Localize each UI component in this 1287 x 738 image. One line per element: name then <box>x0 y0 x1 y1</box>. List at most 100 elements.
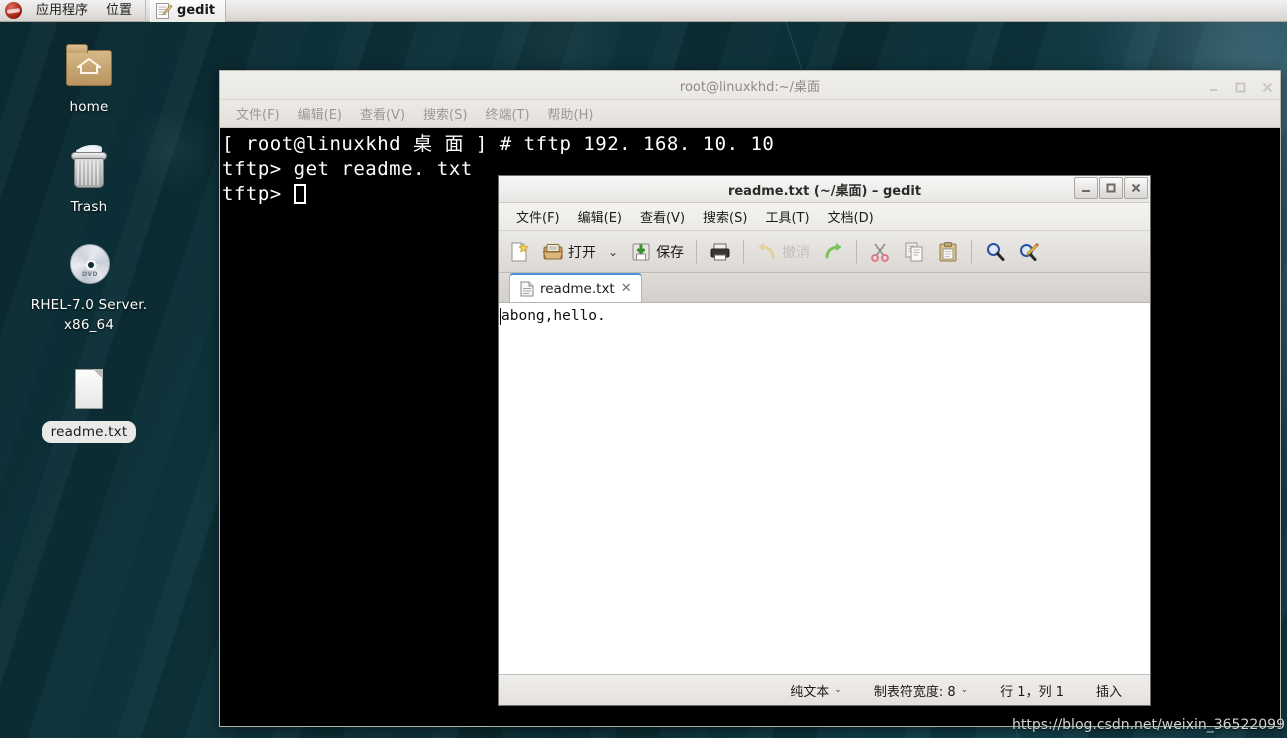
print-button[interactable] <box>704 235 736 269</box>
gedit-menubar: 文件(F) 编辑(E) 查看(V) 搜索(S) 工具(T) 文档(D) <box>499 203 1150 231</box>
top-panel: 应用程序 位置 gedit <box>0 0 1287 22</box>
tab-width-label: 制表符宽度: 8 <box>873 684 956 700</box>
redo-button[interactable] <box>817 235 849 269</box>
copy-button[interactable] <box>898 235 930 269</box>
undo-button-label: 撤消 <box>782 244 811 261</box>
gedit-menu-search[interactable]: 搜索(S) <box>694 203 756 230</box>
dvd-face-label: DVD <box>81 271 99 278</box>
maximize-button[interactable] <box>1099 177 1123 199</box>
minimize-button[interactable] <box>1207 79 1220 92</box>
terminal-menu-file[interactable]: 文件(F) <box>228 101 288 126</box>
save-button-label: 保存 <box>656 244 685 261</box>
terminal-menu-search[interactable]: 搜索(S) <box>415 101 475 126</box>
close-button[interactable] <box>1124 177 1148 199</box>
terminal-line: [ root@linuxkhd 桌 面 ] # tftp 192. 168. 1… <box>222 133 775 155</box>
tab-width-selector[interactable]: 制表符宽度: 8 ⌄ <box>858 681 984 700</box>
panel-menu-places[interactable]: 位置 <box>97 0 141 22</box>
gedit-tabbar: readme.txt ✕ <box>499 273 1150 303</box>
folder-home-icon <box>64 42 114 92</box>
open-folder-icon <box>542 241 564 263</box>
gedit-window[interactable]: readme.txt (~/桌面) – gedit 文件(F) 编辑(E) 查看… <box>498 175 1151 706</box>
scissors-icon <box>869 241 891 263</box>
gedit-menu-edit[interactable]: 编辑(E) <box>569 203 631 230</box>
gedit-titlebar[interactable]: readme.txt (~/桌面) – gedit <box>499 176 1150 203</box>
gedit-menu-tools[interactable]: 工具(T) <box>756 203 818 230</box>
terminal-menu-edit[interactable]: 编辑(E) <box>290 101 350 126</box>
close-icon[interactable]: ✕ <box>621 281 632 296</box>
open-button-label: 打开 <box>568 244 596 261</box>
terminal-cursor <box>293 184 306 204</box>
toolbar-divider <box>696 239 698 264</box>
cut-button[interactable] <box>864 235 896 269</box>
printer-icon <box>709 241 731 263</box>
cursor-position: 行 1，列 1 <box>1000 684 1064 700</box>
replace-button[interactable] <box>1013 235 1045 269</box>
desktop-icon-label: RHEL-7.0 Server. x86_64 <box>30 297 148 333</box>
find-button[interactable] <box>979 235 1011 269</box>
terminal-menu-terminal[interactable]: 终端(T) <box>477 101 537 126</box>
language-selector[interactable]: 纯文本 ⌄ <box>774 681 858 700</box>
taskbar-item-label: gedit <box>177 3 216 18</box>
gedit-icon <box>155 2 173 20</box>
toolbar-divider <box>743 239 745 264</box>
terminal-menu-help[interactable]: 帮助(H) <box>540 101 602 126</box>
magnifier-icon <box>984 241 1006 263</box>
open-button[interactable]: 打开 ⌄ <box>537 235 623 269</box>
terminal-title: root@linuxkhd:~/桌面 <box>679 79 821 95</box>
text-file-icon <box>64 366 114 416</box>
document-line: abong,hello. <box>499 306 1150 327</box>
taskbar-item-gedit[interactable]: gedit <box>150 0 227 22</box>
undo-button[interactable]: 撤消 <box>751 235 815 269</box>
insert-mode-indicator: 插入 <box>1095 684 1122 700</box>
gedit-text-area[interactable]: abong,hello. <box>499 303 1150 674</box>
close-button[interactable] <box>1261 79 1274 92</box>
terminal-menubar: 文件(F) 编辑(E) 查看(V) 搜索(S) 终端(T) 帮助(H) <box>220 100 1280 128</box>
toolbar-divider <box>971 239 973 264</box>
panel-menu-applications[interactable]: 应用程序 <box>27 0 97 22</box>
desktop: 应用程序 位置 gedit home Trash DVD RHEL-7.0 Se… <box>0 0 1287 738</box>
chevron-down-icon: ⌄ <box>960 685 969 695</box>
copy-icon <box>903 241 925 263</box>
redhat-logo-icon[interactable] <box>5 2 22 19</box>
desktop-icon-trash[interactable]: Trash <box>30 142 148 217</box>
gedit-menu-view[interactable]: 查看(V) <box>631 203 694 230</box>
document-line-text: abong,hello. <box>501 308 606 324</box>
desktop-icon-readme[interactable]: readme.txt <box>30 366 148 443</box>
maximize-button[interactable] <box>1234 79 1247 92</box>
toolbar-divider <box>856 239 858 264</box>
paste-button[interactable] <box>932 235 964 269</box>
redo-arrow-icon <box>822 241 844 263</box>
save-disk-icon <box>630 241 652 263</box>
chevron-down-icon: ⌄ <box>834 685 842 695</box>
desktop-icon-home[interactable]: home <box>30 42 148 117</box>
save-button[interactable]: 保存 <box>625 235 689 269</box>
magnifier-pencil-icon <box>1018 241 1040 263</box>
trash-icon <box>64 142 114 192</box>
gedit-statusbar: 纯文本 ⌄ 制表符宽度: 8 ⌄ 行 1，列 1 插入 <box>499 674 1150 705</box>
desktop-icon-label: Trash <box>70 199 108 215</box>
new-document-button[interactable] <box>503 235 535 269</box>
gedit-tab-readme[interactable]: readme.txt ✕ <box>509 273 642 302</box>
clipboard-icon <box>937 241 959 263</box>
text-file-icon <box>520 281 534 297</box>
terminal-titlebar[interactable]: root@linuxkhd:~/桌面 <box>220 71 1280 100</box>
panel-divider <box>145 0 147 22</box>
gedit-menu-documents[interactable]: 文档(D) <box>819 203 883 230</box>
language-label: 纯文本 <box>790 684 830 700</box>
undo-arrow-icon <box>756 241 778 263</box>
gedit-toolbar: 打开 ⌄ 保存 撤消 <box>499 231 1150 273</box>
minimize-button[interactable] <box>1074 177 1098 199</box>
watermark-url: https://blog.csdn.net/weixin_36522099 <box>1011 717 1285 733</box>
gedit-tab-label: readme.txt <box>540 280 615 297</box>
desktop-icon-label: readme.txt <box>41 421 137 443</box>
gedit-menu-file[interactable]: 文件(F) <box>507 203 569 230</box>
chevron-down-icon[interactable]: ⌄ <box>600 245 618 259</box>
terminal-menu-view[interactable]: 查看(V) <box>352 101 413 126</box>
new-document-icon <box>508 241 530 263</box>
terminal-prompt: tftp> <box>222 183 294 205</box>
dvd-disc-icon: DVD <box>64 240 114 290</box>
desktop-icon-rhel-dvd[interactable]: DVD RHEL-7.0 Server. x86_64 <box>23 240 155 335</box>
gedit-title: readme.txt (~/桌面) – gedit <box>727 183 922 199</box>
terminal-window-buttons <box>1207 79 1274 92</box>
desktop-icon-label: home <box>69 99 109 115</box>
